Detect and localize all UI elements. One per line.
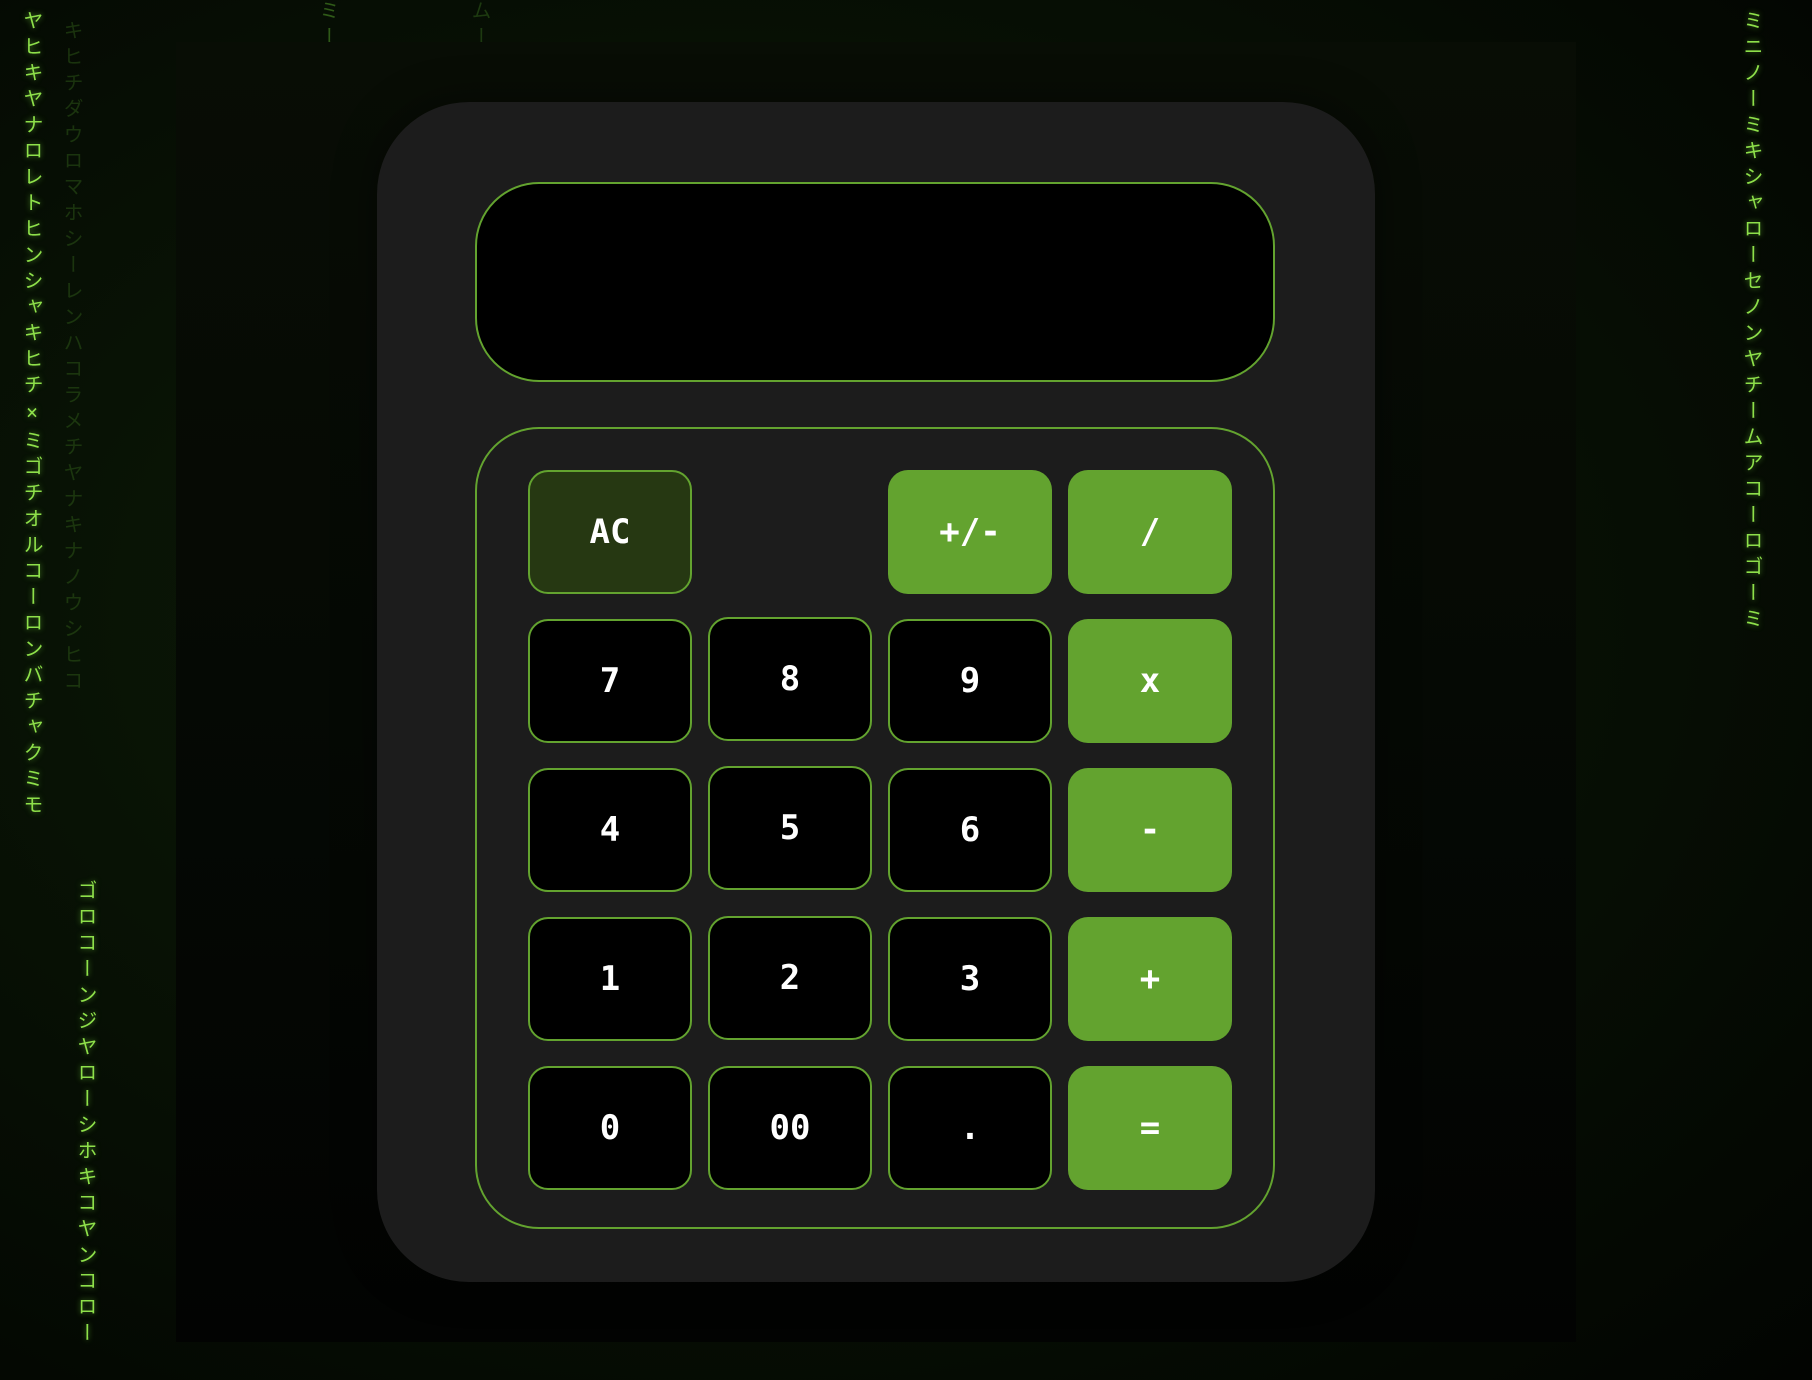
divide-button[interactable]: /: [1068, 470, 1232, 594]
digit-4-button[interactable]: 4: [528, 768, 692, 892]
digit-0-button[interactable]: 0: [528, 1066, 692, 1190]
equals-button[interactable]: =: [1068, 1066, 1232, 1190]
digit-9-button[interactable]: 9: [888, 619, 1052, 743]
decimal-button[interactable]: .: [888, 1066, 1052, 1190]
matrix-rain-right-bright: ミニノーミキシャローセノンヤチームアコーロゴーミ: [1740, 10, 1764, 634]
subtract-button[interactable]: -: [1068, 768, 1232, 892]
double-zero-button[interactable]: 00: [708, 1066, 872, 1190]
add-button[interactable]: +: [1068, 917, 1232, 1041]
digit-6-button[interactable]: 6: [888, 768, 1052, 892]
digit-8-button[interactable]: 8: [708, 617, 872, 741]
multiply-button[interactable]: x: [1068, 619, 1232, 743]
digit-7-button[interactable]: 7: [528, 619, 692, 743]
matrix-rain-left-dim: キヒチダウロマホシーレンハコラメチヤナキナノウシヒコ: [60, 20, 84, 696]
keypad: AC +/- / 7 8 9 x 4 5 6 - 1 2 3 + 0 00 . …: [475, 427, 1275, 1229]
ac-button[interactable]: AC: [528, 470, 692, 594]
digit-1-button[interactable]: 1: [528, 917, 692, 1041]
sign-toggle-button[interactable]: +/-: [888, 470, 1052, 594]
calculator: AC +/- / 7 8 9 x 4 5 6 - 1 2 3 + 0 00 . …: [377, 102, 1375, 1282]
calculator-display: [475, 182, 1275, 382]
digit-2-button[interactable]: 2: [708, 916, 872, 1040]
matrix-rain-left-bright: ヤヒキヤナロレトヒンシャキヒチ×ミゴチオルコーロンバチャクミモ: [20, 10, 44, 820]
digit-3-button[interactable]: 3: [888, 917, 1052, 1041]
matrix-rain-left-lower: ゴロコーンジヤローシホキコヤンコロー: [74, 880, 98, 1348]
digit-5-button[interactable]: 5: [708, 766, 872, 890]
